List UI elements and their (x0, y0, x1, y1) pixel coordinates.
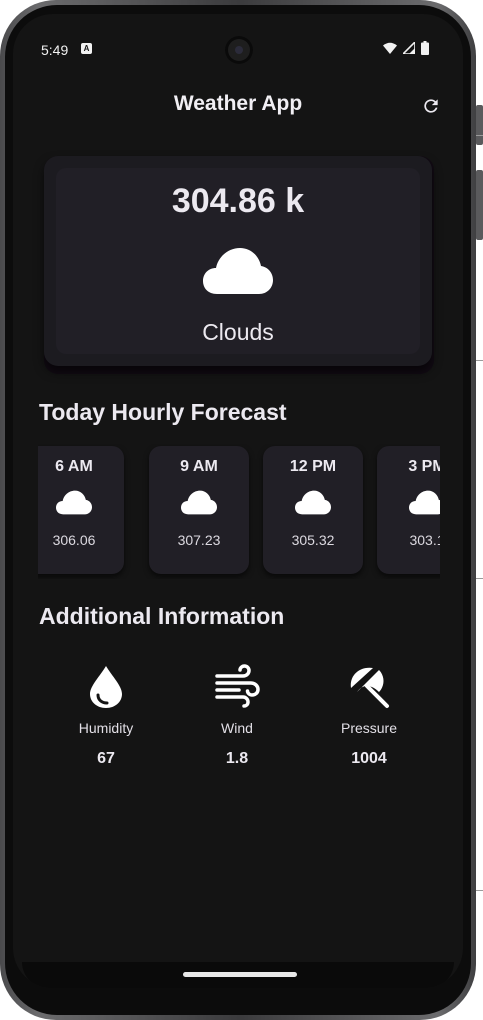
status-bar: 5:49 A (13, 14, 463, 70)
wifi-icon (383, 42, 397, 54)
pressure-info: Pressure 1004 (304, 662, 434, 782)
hourly-forecast-card[interactable]: 3 PM 303.1 (377, 446, 440, 574)
app-screen: 5:49 A Weather App 304.86 k Clouds Today… (13, 14, 463, 988)
hourly-forecast-card[interactable]: 12 PM 305.32 (263, 446, 363, 574)
humidity-label: Humidity (78, 720, 134, 736)
hourly-time: 12 PM (289, 458, 337, 475)
pressure-value: 1004 (351, 750, 387, 767)
desktop-divider (476, 135, 483, 136)
cloud-icon (203, 248, 273, 294)
wind-info: Wind 1.8 (172, 662, 302, 782)
water-drop-icon (90, 666, 122, 708)
status-icons (383, 41, 429, 55)
umbrella-icon (350, 667, 389, 708)
wind-value: 1.8 (225, 750, 249, 767)
hourly-forecast-list[interactable]: 6 AM 306.06 9 AM 307.23 12 PM 305.32 3 P… (38, 444, 440, 579)
hourly-time: 9 AM (180, 458, 218, 475)
current-condition: Clouds (202, 319, 274, 345)
desktop-divider (476, 578, 483, 579)
refresh-icon[interactable] (421, 96, 441, 116)
humidity-info: Humidity 67 (41, 662, 171, 782)
cloud-icon (295, 490, 331, 515)
hourly-temperature: 303.1 (409, 532, 440, 548)
desktop-divider (476, 890, 483, 891)
current-temperature: 304.86 k (171, 182, 305, 220)
cloud-icon (56, 490, 92, 515)
page-title: Weather App (173, 92, 303, 115)
hourly-temperature: 305.32 (291, 532, 335, 548)
hourly-forecast-title: Today Hourly Forecast (39, 399, 287, 425)
cloud-icon (409, 490, 440, 515)
battery-icon (421, 41, 429, 55)
power-button (476, 105, 483, 145)
pressure-label: Pressure (340, 720, 398, 736)
hourly-time: 3 PM (408, 458, 440, 475)
hourly-time: 6 AM (55, 458, 93, 475)
cloud-icon (181, 490, 217, 515)
status-time: 5:49 (41, 42, 69, 58)
signal-icon (403, 42, 415, 54)
hourly-temperature: 307.23 (177, 532, 221, 548)
hourly-forecast-card[interactable]: 6 AM 306.06 (38, 446, 124, 574)
volume-button (476, 170, 483, 240)
hourly-temperature: 306.06 (52, 532, 96, 548)
wind-label: Wind (221, 720, 253, 736)
desktop-divider (476, 360, 483, 361)
hourly-forecast-card[interactable]: 9 AM 307.23 (149, 446, 249, 574)
humidity-value: 67 (97, 750, 115, 767)
front-camera (225, 36, 253, 64)
wind-icon (215, 664, 260, 708)
notification-badge: A (81, 43, 92, 54)
additional-info-title: Additional Information (39, 603, 285, 629)
home-indicator[interactable] (183, 972, 297, 977)
